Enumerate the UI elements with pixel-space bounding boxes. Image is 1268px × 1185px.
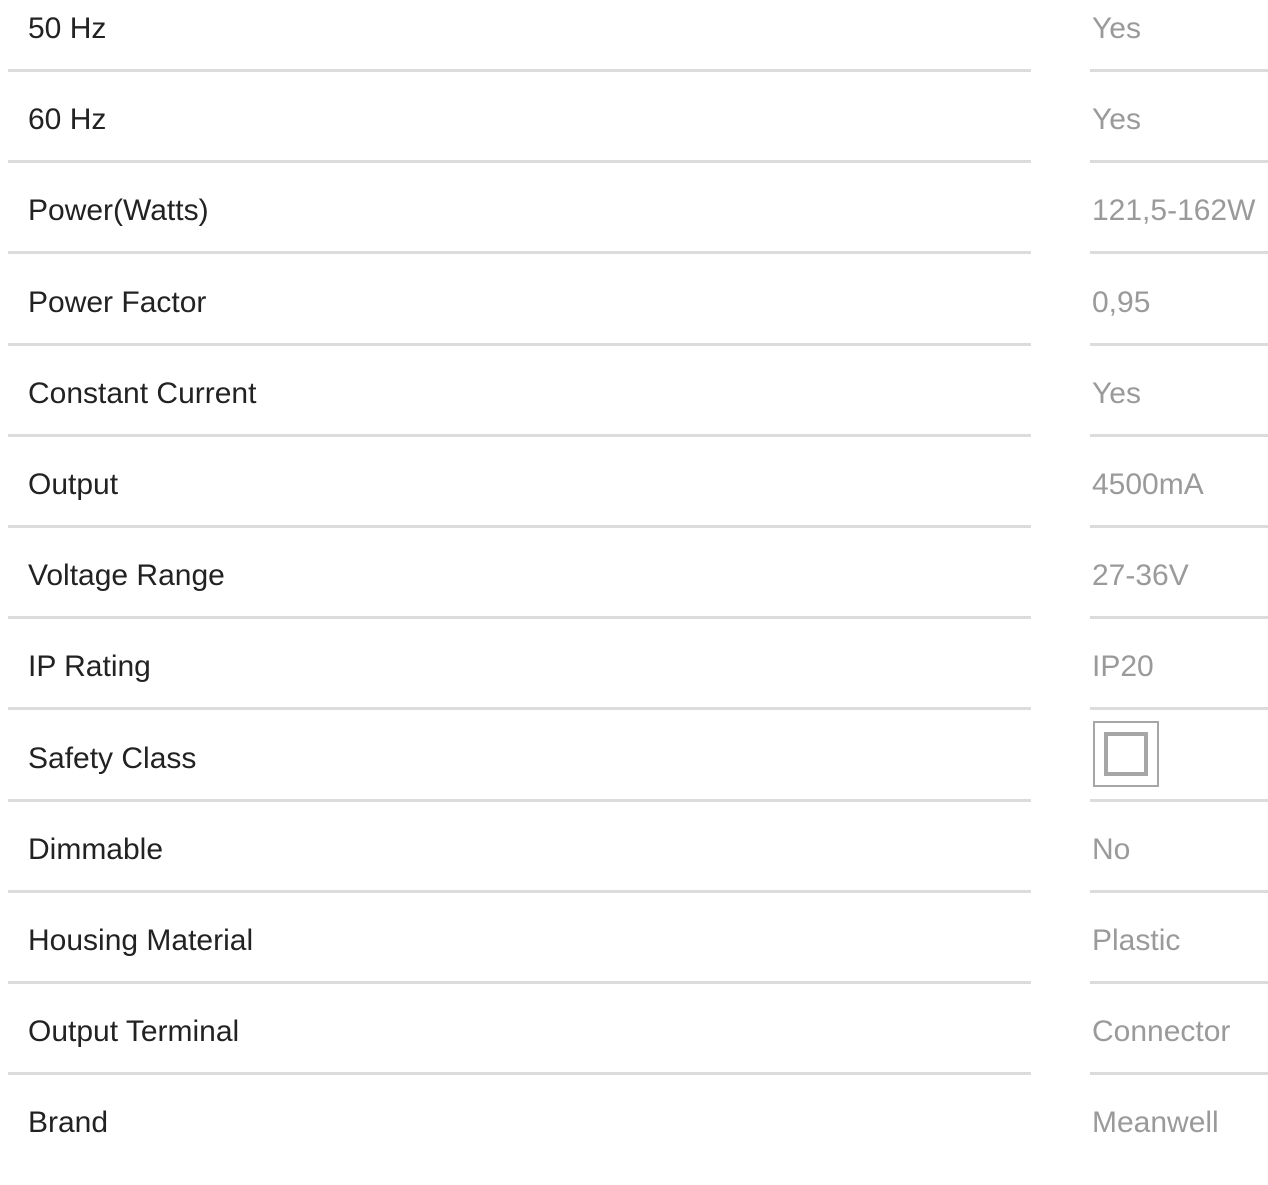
spec-value: 0,95 [1092, 285, 1151, 319]
class-ii-inner-square [1104, 732, 1148, 776]
spec-row-dimmable: Dimmable No [0, 821, 1268, 912]
spec-row-ip-rating: IP Rating IP20 [0, 638, 1268, 729]
divider [1090, 160, 1268, 164]
spec-value: Meanwell [1092, 1106, 1219, 1140]
class-ii-double-square-icon [1093, 721, 1159, 787]
divider [1090, 616, 1268, 620]
spec-row-safety-class: Safety Class [0, 730, 1268, 821]
divider [1090, 980, 1268, 984]
spec-label: Dimmable [28, 832, 164, 866]
spec-label: Safety Class [28, 741, 197, 775]
spec-row-output: Output 4500mA [0, 456, 1268, 547]
spec-value: 27-36V [1092, 559, 1189, 593]
divider [1090, 251, 1268, 255]
spec-row-power-factor: Power Factor 0,95 [0, 274, 1268, 365]
spec-value: IP20 [1092, 650, 1154, 684]
spec-label: Power Factor [28, 285, 207, 319]
spec-row-constant-current: Constant Current Yes [0, 365, 1268, 456]
divider [1090, 524, 1268, 528]
divider [8, 433, 1031, 437]
divider [1090, 342, 1268, 346]
divider [8, 616, 1031, 620]
spec-value: Connector [1092, 1015, 1231, 1049]
divider [1090, 69, 1268, 72]
spec-label: Brand [28, 1106, 109, 1140]
spec-label: Power(Watts) [28, 194, 209, 228]
spec-value: 4500mA [1092, 467, 1204, 501]
spec-label: Housing Material [28, 923, 254, 957]
divider [8, 980, 1031, 984]
divider [8, 342, 1031, 346]
spec-row-brand: Brand Meanwell [0, 1094, 1268, 1185]
spec-row-60hz: 60 Hz Yes [0, 91, 1268, 182]
divider [8, 160, 1031, 164]
divider [8, 524, 1031, 528]
spec-label: 50 Hz [28, 12, 107, 45]
divider [8, 798, 1031, 802]
spec-row-50hz: 50 Hz Yes [0, 0, 1268, 91]
spec-row-output-terminal: Output Terminal Connector [0, 1003, 1268, 1094]
spec-value: Yes [1092, 376, 1141, 410]
spec-label: 60 Hz [28, 103, 107, 137]
spec-row-voltage-range: Voltage Range 27-36V [0, 547, 1268, 638]
divider [8, 251, 1031, 255]
spec-value: No [1092, 832, 1131, 866]
spec-label: Output Terminal [28, 1015, 240, 1049]
spec-value: 121,5-162W [1092, 194, 1256, 228]
spec-row-housing-material: Housing Material Plastic [0, 912, 1268, 1003]
divider [8, 69, 1031, 72]
spec-table: 50 Hz Yes 60 Hz Yes Power(Watts) 121,5-1… [0, 0, 1268, 1185]
spec-label: Voltage Range [28, 559, 225, 593]
divider [1090, 707, 1268, 711]
divider [1090, 798, 1268, 802]
spec-label: IP Rating [28, 650, 151, 684]
divider [8, 1072, 1031, 1076]
divider [1090, 433, 1268, 437]
divider [8, 707, 1031, 711]
spec-value: Yes [1092, 12, 1141, 45]
spec-value: Yes [1092, 103, 1141, 137]
spec-row-power-watts: Power(Watts) 121,5-162W [0, 182, 1268, 273]
spec-label: Constant Current [28, 376, 257, 410]
divider [1090, 1072, 1268, 1076]
divider [8, 889, 1031, 893]
spec-label: Output [28, 467, 119, 501]
divider [1090, 889, 1268, 893]
spec-value: Plastic [1092, 923, 1181, 957]
